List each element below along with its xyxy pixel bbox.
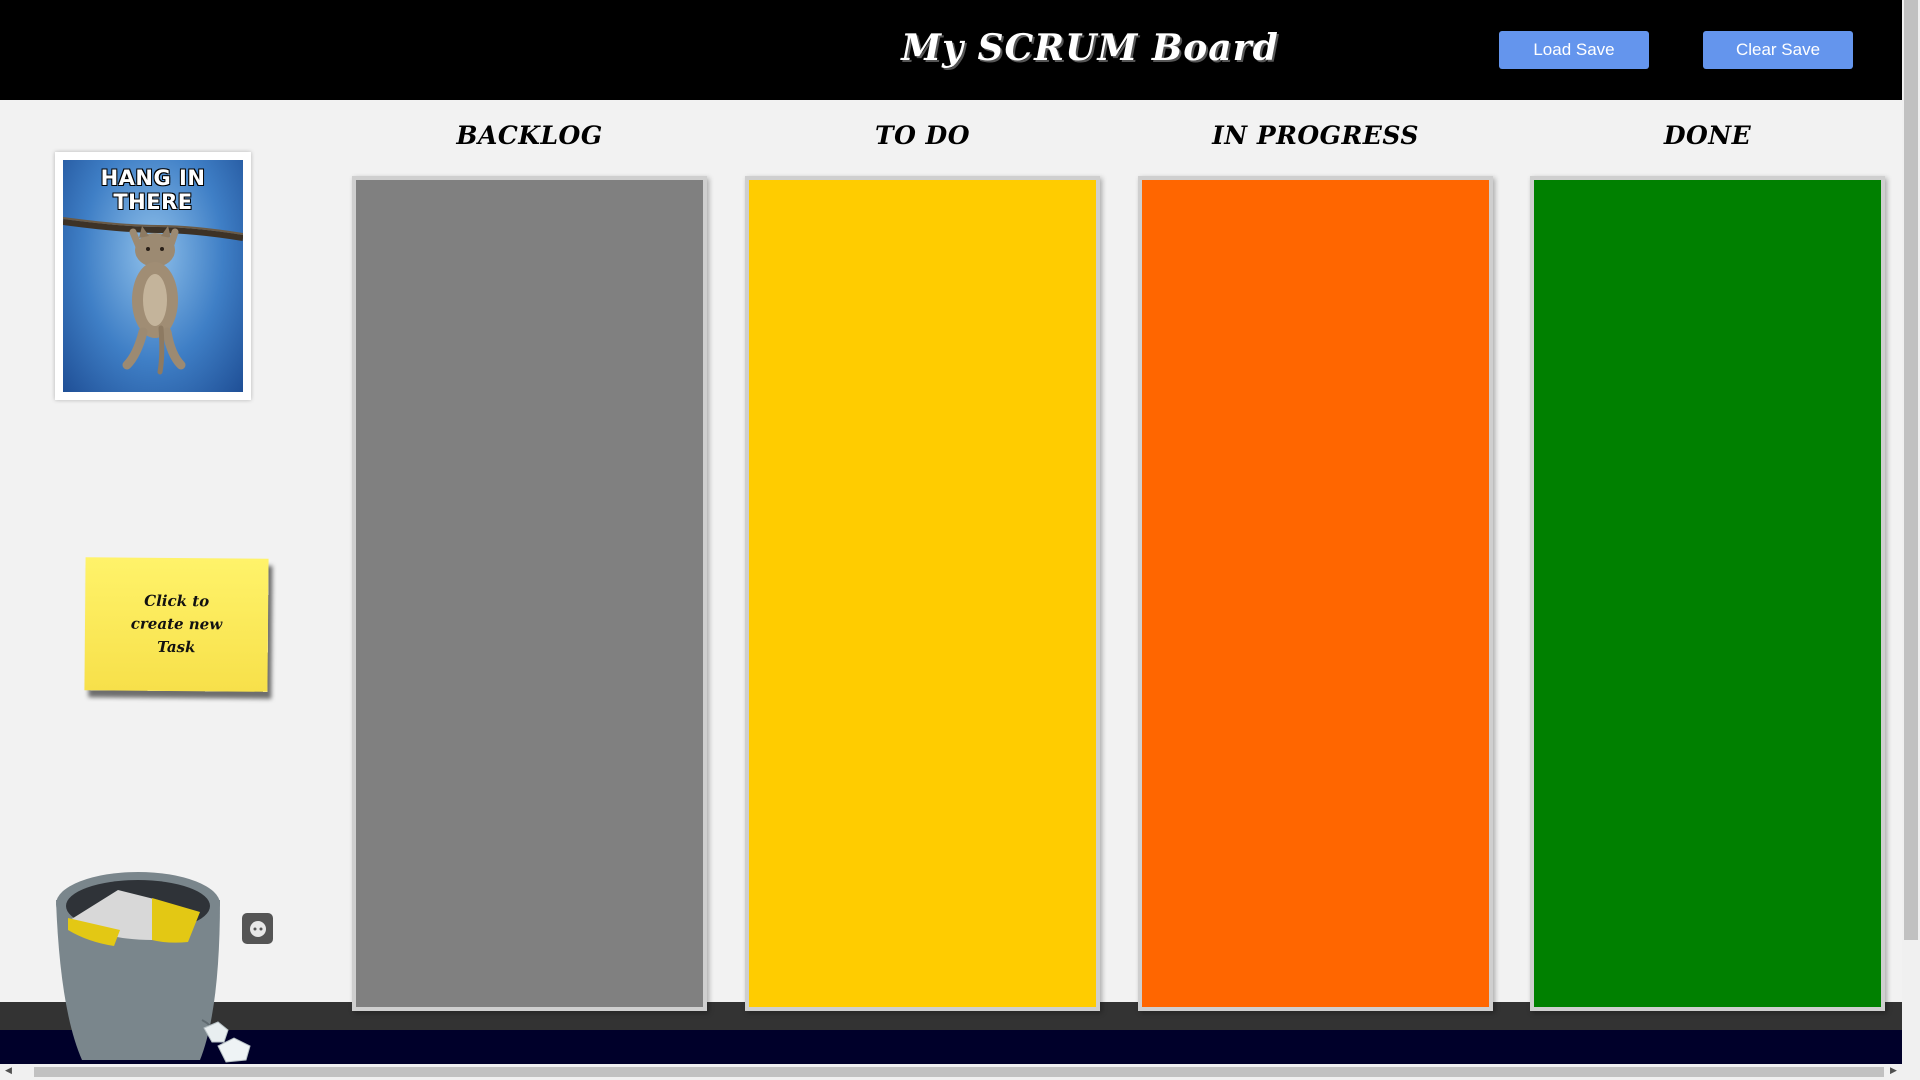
load-save-button[interactable]: Load Save	[1499, 31, 1649, 69]
column-title-todo: TO DO	[874, 121, 971, 150]
column-title-in-progress: IN PROGRESS	[1212, 121, 1419, 150]
column-dropzone-backlog[interactable]	[352, 176, 707, 1011]
column-dropzone-todo[interactable]	[745, 176, 1100, 1011]
column-todo: TO DO	[745, 110, 1100, 1011]
kitten-poster-image: HANG IN THERE	[63, 160, 243, 392]
column-backlog: BACKLOG	[352, 110, 707, 1011]
floor-base	[0, 1030, 1902, 1064]
horizontal-scroll-thumb[interactable]	[34, 1067, 1884, 1077]
column-in-progress: IN PROGRESS	[1138, 110, 1493, 1011]
new-task-sticky-note[interactable]: Click to create new Task	[84, 557, 269, 692]
column-dropzone-done[interactable]	[1530, 176, 1885, 1011]
column-title-backlog: BACKLOG	[456, 121, 603, 150]
new-task-label: Click to create new Task	[130, 591, 223, 657]
kitten-icon	[63, 217, 243, 375]
power-outlet-icon	[242, 913, 273, 944]
horizontal-scrollbar[interactable]: ◀ ▶	[0, 1064, 1920, 1080]
trash-bin-icon[interactable]	[52, 860, 262, 1065]
vertical-scroll-thumb[interactable]	[1904, 0, 1918, 940]
column-dropzone-in-progress[interactable]	[1138, 176, 1493, 1011]
vertical-scrollbar[interactable]	[1902, 0, 1920, 1064]
column-title-done: DONE	[1663, 121, 1752, 150]
column-done: DONE	[1530, 110, 1885, 1011]
clear-save-button[interactable]: Clear Save	[1703, 31, 1853, 69]
top-bar: My SCRUM Board Load Save Clear Save	[0, 0, 1902, 100]
scroll-right-icon[interactable]: ▶	[1890, 1066, 1897, 1076]
page-title: My SCRUM Board	[901, 27, 1279, 69]
scroll-left-icon[interactable]: ◀	[5, 1066, 12, 1076]
motivational-poster: HANG IN THERE	[55, 152, 251, 400]
